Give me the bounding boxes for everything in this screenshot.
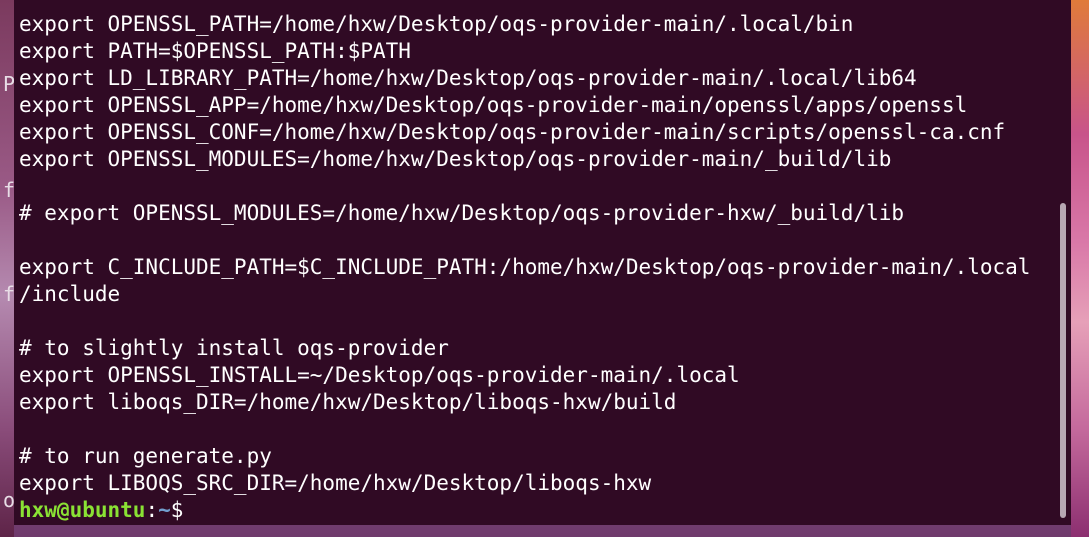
- terminal-output: export OPENSSL_PATH=/home/hxw/Desktop/oq…: [19, 11, 1030, 524]
- terminal-line: export OPENSSL_PATH=/home/hxw/Desktop/oq…: [19, 12, 854, 36]
- terminal-line: export C_INCLUDE_PATH=$C_INCLUDE_PATH:/h…: [19, 255, 1031, 279]
- terminal-prompt[interactable]: hxw@ubuntu:~$: [19, 497, 1030, 524]
- prompt-colon: :: [145, 498, 159, 522]
- terminal-line: /include: [19, 282, 121, 306]
- desktop-background-right: [1071, 0, 1089, 537]
- terminal-line: export OPENSSL_CONF=/home/hxw/Desktop/oq…: [19, 120, 1006, 144]
- terminal-line: export OPENSSL_INSTALL=~/Desktop/oqs-pro…: [19, 363, 740, 387]
- terminal-line: export LD_LIBRARY_PATH=/home/hxw/Desktop…: [19, 66, 917, 90]
- terminal-window[interactable]: export OPENSSL_PATH=/home/hxw/Desktop/oq…: [14, 0, 1071, 525]
- terminal-line-blank: [19, 227, 1030, 254]
- terminal-line-blank: [19, 416, 1030, 443]
- prompt-sign: $: [170, 498, 184, 522]
- desktop-background-left: P f f o: [0, 0, 15, 537]
- terminal-scrollbar[interactable]: [1060, 203, 1066, 518]
- terminal-line: export LIBOQS_SRC_DIR=/home/hxw/Desktop/…: [19, 471, 652, 495]
- terminal-line: export liboqs_DIR=/home/hxw/Desktop/libo…: [19, 390, 677, 414]
- terminal-line: export OPENSSL_APP=/home/hxw/Desktop/oqs…: [19, 93, 968, 117]
- terminal-line: # export OPENSSL_MODULES=/home/hxw/Deskt…: [19, 201, 905, 225]
- terminal-line: # to run generate.py: [19, 444, 272, 468]
- terminal-line: # to slightly install oqs-provider: [19, 336, 449, 360]
- terminal-line-blank: [19, 308, 1030, 335]
- terminal-line-blank: [19, 173, 1030, 200]
- prompt-path: ~: [158, 498, 171, 522]
- terminal-line: export OPENSSL_MODULES=/home/hxw/Desktop…: [19, 147, 892, 171]
- prompt-user-host: hxw@ubuntu: [19, 498, 146, 522]
- terminal-line: export PATH=$OPENSSL_PATH:$PATH: [19, 39, 411, 63]
